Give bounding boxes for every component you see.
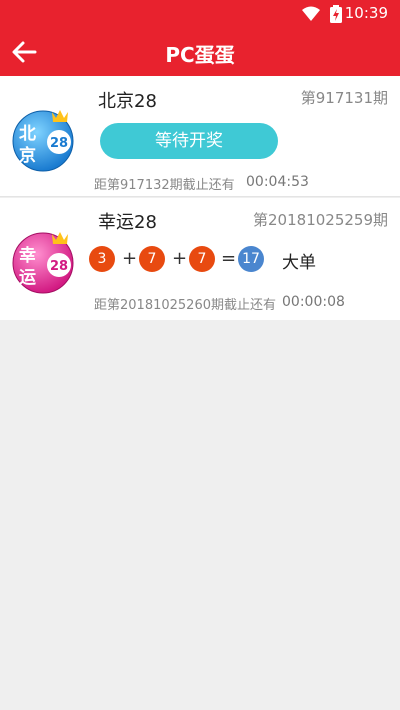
plus-sign: + xyxy=(122,248,138,269)
sum-ball: 17 xyxy=(238,246,264,272)
countdown-timer: 00:00:08 xyxy=(282,294,345,310)
game-name: 幸运28 xyxy=(98,212,157,233)
waiting-draw-button[interactable]: 等待开奖 xyxy=(100,123,278,159)
svg-text:北: 北 xyxy=(19,124,36,144)
svg-text:京: 京 xyxy=(19,145,36,166)
lottery-card-beijing[interactable]: 北 京 28 北京28 第917131期 等待开奖 距第917132期截止还有 … xyxy=(0,76,400,197)
lottery-card-lucky[interactable]: 幸 运 28 幸运28 第20181025259期 3 + 7 + 7 = 17… xyxy=(0,198,400,320)
status-time: 10:39 xyxy=(344,4,388,22)
result-label: 大单 xyxy=(282,253,316,273)
app-bar: PC蛋蛋 xyxy=(0,28,400,76)
deadline-label: 距第917132期截止还有 xyxy=(94,178,235,193)
svg-text:幸: 幸 xyxy=(19,245,36,266)
svg-text:运: 运 xyxy=(19,268,36,288)
game-name: 北京28 xyxy=(98,91,157,112)
issue-number: 第917131期 xyxy=(300,89,388,107)
status-bar: 10:39 xyxy=(0,0,400,28)
equals-sign: = xyxy=(221,248,237,269)
result-ball: 7 xyxy=(189,246,215,272)
lucky28-logo-icon: 幸 运 28 xyxy=(12,232,74,294)
battery-charging-icon xyxy=(330,5,342,23)
deadline-label: 距第20181025260期截止还有 xyxy=(94,298,276,313)
countdown-timer: 00:04:53 xyxy=(246,174,309,190)
wifi-icon xyxy=(302,6,320,21)
plus-sign: + xyxy=(172,248,188,269)
svg-text:28: 28 xyxy=(50,259,68,274)
svg-text:28: 28 xyxy=(50,136,68,151)
page-title: PC蛋蛋 xyxy=(165,43,235,67)
result-ball: 3 xyxy=(89,246,115,272)
beijing28-logo-icon: 北 京 28 xyxy=(12,110,74,172)
issue-number: 第20181025259期 xyxy=(253,211,388,229)
result-ball: 7 xyxy=(139,246,165,272)
